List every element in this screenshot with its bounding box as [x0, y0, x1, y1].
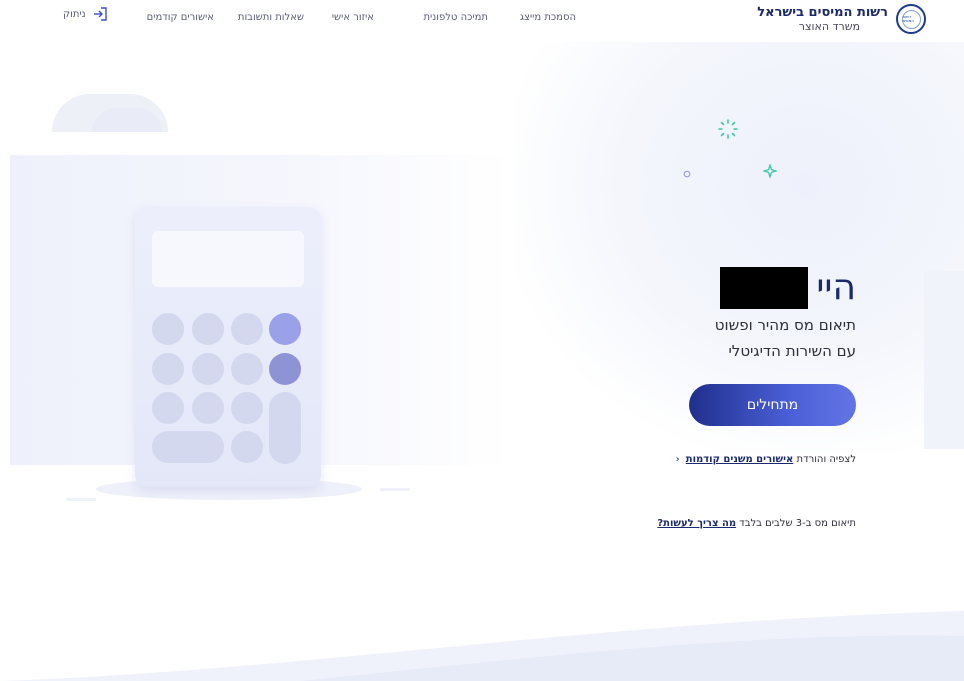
- circle-sparkle-icon: [683, 170, 691, 178]
- brand-title: רשות המיסים בישראל: [757, 5, 888, 20]
- steps-info-line: תיאום מס ב-3 שלבים בלבד מה צריך לעשות?: [657, 518, 856, 529]
- calculator-key: [152, 392, 184, 424]
- calculator-illustration: [135, 207, 321, 487]
- tax-coordination-page: רשות המסים רשות המיסים בישראל משרד האוצר…: [0, 0, 964, 681]
- brand[interactable]: רשות המסים רשות המיסים בישראל משרד האוצר: [757, 2, 926, 36]
- logo-text: רשות המסים: [902, 14, 914, 23]
- calculator-key-accent: [269, 353, 301, 385]
- steps-info-text: תיאום מס ב-3 שלבים בלבד: [739, 518, 856, 529]
- sparkle-burst-icon: [718, 119, 738, 139]
- redacted-name: [720, 267, 809, 309]
- calculator-screen: [152, 231, 304, 287]
- nav-item-personal-area[interactable]: איזור אישי: [332, 12, 374, 23]
- calculator-key-accent: [269, 313, 301, 345]
- calculator-key: [152, 353, 184, 385]
- calculator-key: [192, 313, 224, 345]
- previous-approvals-line: לצפיה והורדת אישורים משנים קודמות ‹: [676, 454, 856, 465]
- tax-authority-logo-icon: רשות המסים: [896, 4, 926, 34]
- brand-text: רשות המיסים בישראל משרד האוצר: [757, 5, 888, 33]
- site-header: רשות המסים רשות המיסים בישראל משרד האוצר…: [0, 0, 964, 38]
- calculator-key-tall: [269, 392, 301, 464]
- calculator-key-wide: [152, 431, 224, 463]
- decor-dash: [380, 488, 410, 491]
- start-button[interactable]: מתחילים: [689, 384, 856, 426]
- logo-inner-ring: רשות המסים: [901, 9, 921, 29]
- previous-years-approvals-link[interactable]: אישורים משנים קודמות: [686, 454, 794, 465]
- calculator-key: [152, 313, 184, 345]
- lead-line-2: עם השירות הדיגיטלי: [728, 342, 856, 360]
- bottom-wave-decoration: [0, 611, 964, 681]
- logout-label: ניתוק: [63, 8, 86, 20]
- calculator-key: [192, 353, 224, 385]
- nav-item-faq[interactable]: שאלות ותשובות: [238, 12, 304, 23]
- lead-line-1: תיאום מס מהיר ופשוט: [714, 316, 856, 334]
- logout-arrow-icon: [93, 7, 107, 21]
- previous-approvals-text: לצפיה והורדת: [796, 454, 856, 465]
- calculator-key: [231, 431, 263, 463]
- hero-section: היי תיאום מס מהיר ופשוט עם השירות הדיגיט…: [715, 266, 856, 364]
- decor-dash: [66, 498, 96, 501]
- greeting-title: היי: [816, 267, 856, 308]
- nav-item-phone-support[interactable]: תמיכה טלפונית: [423, 12, 488, 23]
- calculator-key: [231, 313, 263, 345]
- calculator-key: [231, 353, 263, 385]
- brand-subtitle: משרד האוצר: [798, 20, 860, 33]
- greeting-row: היי: [715, 266, 856, 310]
- what-to-do-link[interactable]: מה צריך לעשות?: [657, 518, 736, 529]
- cloud-decoration-small: [92, 108, 162, 132]
- nav-item-representative-authorization[interactable]: הסמכת מייצג: [520, 12, 576, 23]
- logout-button[interactable]: ניתוק: [63, 6, 108, 22]
- calculator-key: [231, 392, 263, 424]
- background-edge-panel: [924, 271, 964, 449]
- nav-item-previous-approvals[interactable]: אישורים קודמים: [147, 12, 214, 23]
- chevron-left-icon: ‹: [675, 454, 680, 465]
- calculator-key: [192, 392, 224, 424]
- star-sparkle-icon: [763, 164, 777, 178]
